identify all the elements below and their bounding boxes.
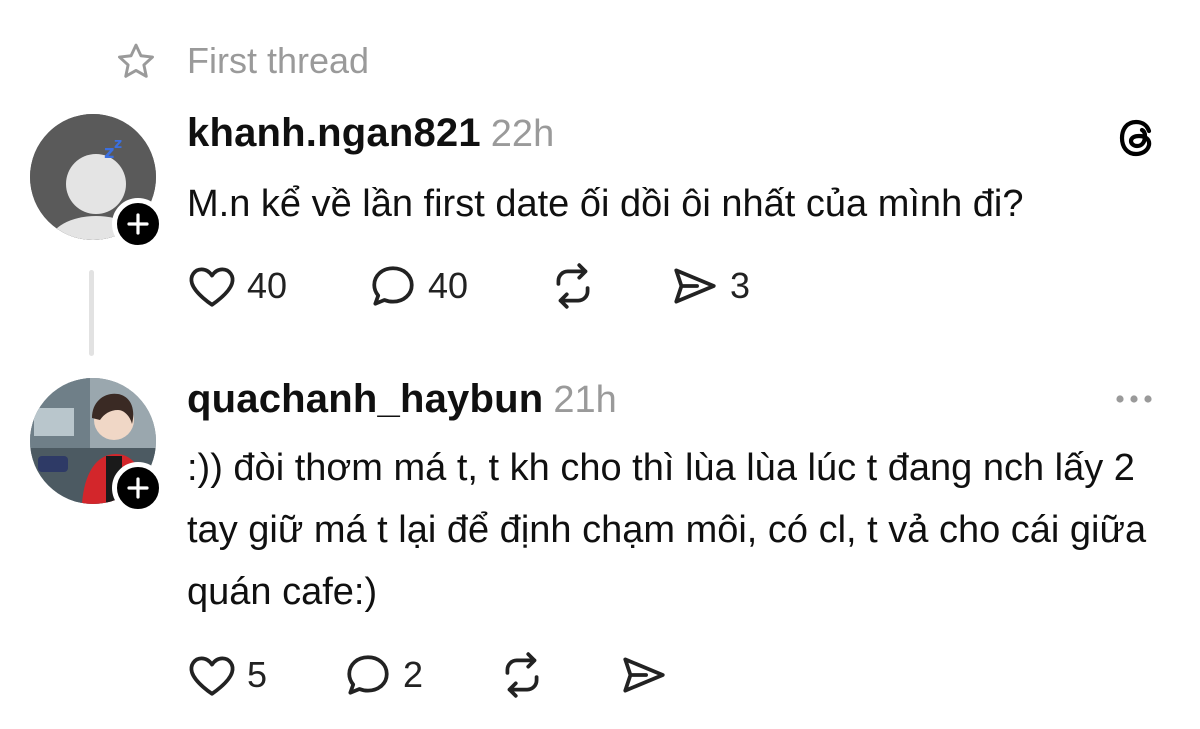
post-text: M.n kể về lần first date ối dồi ôi nhất …: [187, 183, 1024, 225]
reply-count: 2: [403, 654, 424, 695]
comment-icon: [372, 266, 414, 306]
star-icon: [118, 43, 154, 78]
plus-icon: [127, 477, 149, 499]
svg-text:z: z: [114, 136, 122, 152]
repost-icon: [556, 263, 590, 309]
username[interactable]: quachanh_haybun: [187, 376, 543, 422]
comment-icon: [347, 655, 389, 695]
thread-line: [89, 270, 94, 356]
plus-icon: [127, 213, 149, 235]
like-button[interactable]: 5: [187, 652, 267, 698]
reply-count: 40: [428, 265, 469, 306]
send-icon: [674, 268, 716, 304]
follow-button[interactable]: [112, 198, 164, 250]
share-button[interactable]: 3: [670, 263, 750, 309]
timestamp: 22h: [490, 113, 555, 155]
heart-icon: [189, 267, 235, 307]
more-options-icon[interactable]: [1112, 384, 1156, 414]
svg-text:z: z: [104, 142, 114, 163]
heart-icon: [189, 656, 235, 696]
repost-button[interactable]: [548, 263, 598, 309]
reply-button[interactable]: 2: [343, 652, 423, 698]
username[interactable]: khanh.ngan821: [187, 110, 481, 156]
post-header: khanh.ngan821 22h: [187, 110, 554, 157]
thread-label: First thread: [187, 40, 370, 81]
like-count: 40: [247, 265, 288, 306]
post-text: :)) đòi thơm má t, t kh cho thì lùa lùa …: [187, 447, 1147, 613]
reply-button[interactable]: 40: [368, 263, 468, 309]
follow-button[interactable]: [112, 462, 164, 514]
send-icon: [623, 657, 665, 693]
repost-button[interactable]: [497, 652, 547, 698]
like-count: 5: [247, 654, 268, 695]
repost-icon: [505, 652, 539, 698]
post-header: quachanh_haybun 21h: [187, 376, 617, 423]
threads-logo-icon[interactable]: [1114, 114, 1162, 162]
like-button[interactable]: 40: [187, 263, 287, 309]
timestamp: 21h: [553, 379, 617, 421]
share-button[interactable]: [619, 652, 669, 698]
share-count: 3: [730, 265, 751, 306]
